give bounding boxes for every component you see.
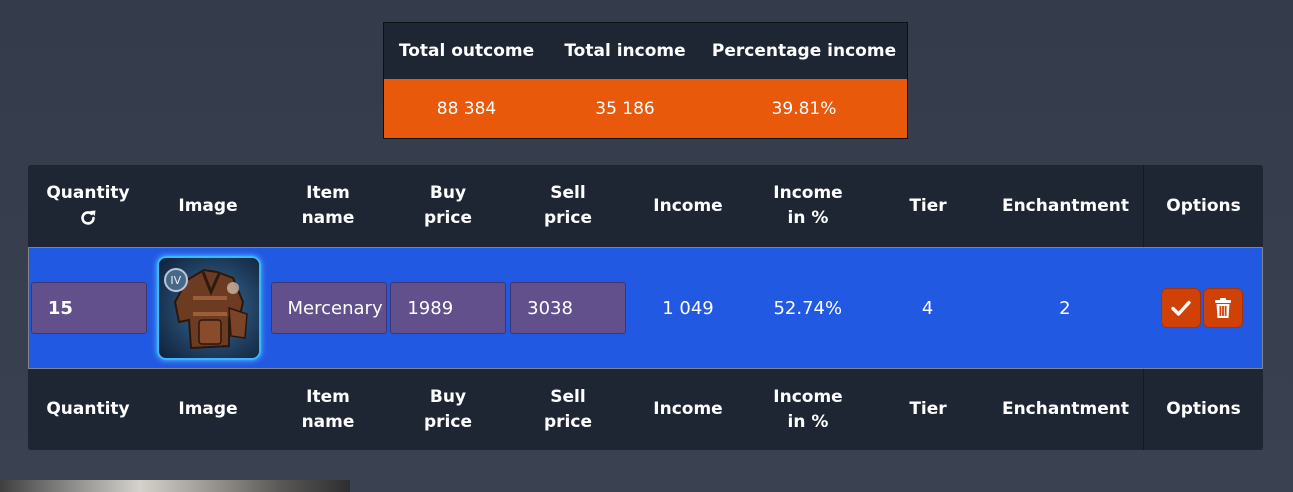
quantity-input[interactable]: 15	[30, 282, 147, 334]
header-options: Options	[1143, 165, 1263, 247]
header-sell-line1: Sell	[550, 183, 586, 203]
footer-buy-line2: price	[424, 411, 472, 432]
header-item-name-line1: Item	[306, 183, 350, 203]
summary-values-row: 88 384 35 186 39.81%	[384, 79, 907, 138]
header-tier: Tier	[909, 195, 947, 216]
header-image: Image	[178, 195, 238, 216]
summary-header-total-outcome: Total outcome	[398, 41, 535, 61]
refresh-icon[interactable]	[78, 208, 98, 231]
header-buy-line1: Buy	[429, 183, 467, 203]
check-icon	[1171, 300, 1191, 316]
footer-income: Income	[653, 399, 723, 419]
footer-buy-line1: Buy	[429, 386, 467, 407]
footer-sell-price: Sell price	[508, 369, 628, 450]
cell-tier: 4	[921, 297, 934, 319]
cell-buy-price: 1989	[388, 248, 508, 368]
footer-income-pct: Income in %	[748, 369, 868, 450]
summary-total-income: 35 186	[595, 98, 655, 119]
footer-enchantment: Enchantment	[1001, 399, 1130, 419]
footer-tier: Tier	[909, 399, 947, 419]
cell-item-name: Mercenary Jacket	[269, 248, 389, 368]
header-item-name-line2: name	[301, 208, 355, 228]
sell-price-input[interactable]: 3038	[510, 282, 627, 334]
header-income-pct: Income in %	[748, 165, 868, 247]
confirm-button[interactable]	[1161, 288, 1202, 328]
footer-quantity: Quantity	[46, 399, 130, 419]
footer-item-name-line2: name	[301, 411, 355, 432]
summary-total-outcome: 88 384	[436, 98, 497, 119]
summary-header-percentage-income: Percentage income	[711, 41, 897, 61]
delete-button[interactable]	[1203, 288, 1244, 328]
summary-percentage-income: 39.81%	[771, 98, 837, 119]
header-sell-price: Sell price	[508, 165, 628, 247]
footer-pct-line2: in %	[787, 411, 829, 432]
header-buy-price: Buy price	[388, 165, 508, 247]
footer-item-name: Item name	[268, 369, 388, 450]
summary-table: Total outcome Total income Percentage in…	[383, 22, 908, 139]
trash-icon	[1215, 298, 1232, 318]
footer-options: Options	[1143, 369, 1263, 450]
items-table: Quantity Image Item name Buy price Sell …	[28, 165, 1263, 450]
table-header-bottom: Quantity Image Item name Buy price Sell …	[28, 369, 1263, 450]
cell-income: 1 049	[662, 297, 714, 319]
footer-sell-line1: Sell	[550, 386, 586, 407]
header-quantity-label: Quantity	[46, 183, 130, 203]
cell-enchantment: 2	[1059, 297, 1071, 319]
summary-header-total-income: Total income	[564, 41, 686, 61]
footer-image: Image	[178, 399, 238, 419]
summary-header-row: Total outcome Total income Percentage in…	[384, 23, 907, 79]
footer-sell-line2: price	[544, 411, 592, 432]
background-photo	[0, 480, 350, 492]
cell-income-pct: 52.74%	[773, 297, 843, 319]
header-item-name: Item name	[268, 165, 388, 247]
buy-price-input[interactable]: 1989	[390, 282, 507, 334]
item-tier-badge: IV	[163, 268, 188, 292]
table-row: 15 IV Mercenary Jacket 1989 3038	[28, 247, 1263, 369]
header-income: Income	[653, 195, 723, 216]
header-pct-line2: in %	[787, 208, 829, 228]
header-pct-line1: Income	[773, 183, 843, 203]
item-name-input[interactable]: Mercenary Jacket	[270, 282, 387, 334]
header-quantity[interactable]: Quantity	[28, 165, 148, 247]
cell-image: IV	[149, 248, 269, 368]
footer-item-name-line1: Item	[306, 386, 350, 407]
footer-buy-price: Buy price	[388, 369, 508, 450]
item-image: IV	[156, 256, 261, 360]
header-enchantment: Enchantment	[1001, 195, 1130, 216]
header-sell-line2: price	[544, 208, 592, 228]
cell-options	[1142, 248, 1262, 368]
table-header-top: Quantity Image Item name Buy price Sell …	[28, 165, 1263, 247]
header-buy-line2: price	[424, 208, 472, 228]
footer-pct-line1: Income	[773, 386, 843, 407]
cell-sell-price: 3038	[508, 248, 628, 368]
cell-quantity: 15	[29, 248, 149, 368]
